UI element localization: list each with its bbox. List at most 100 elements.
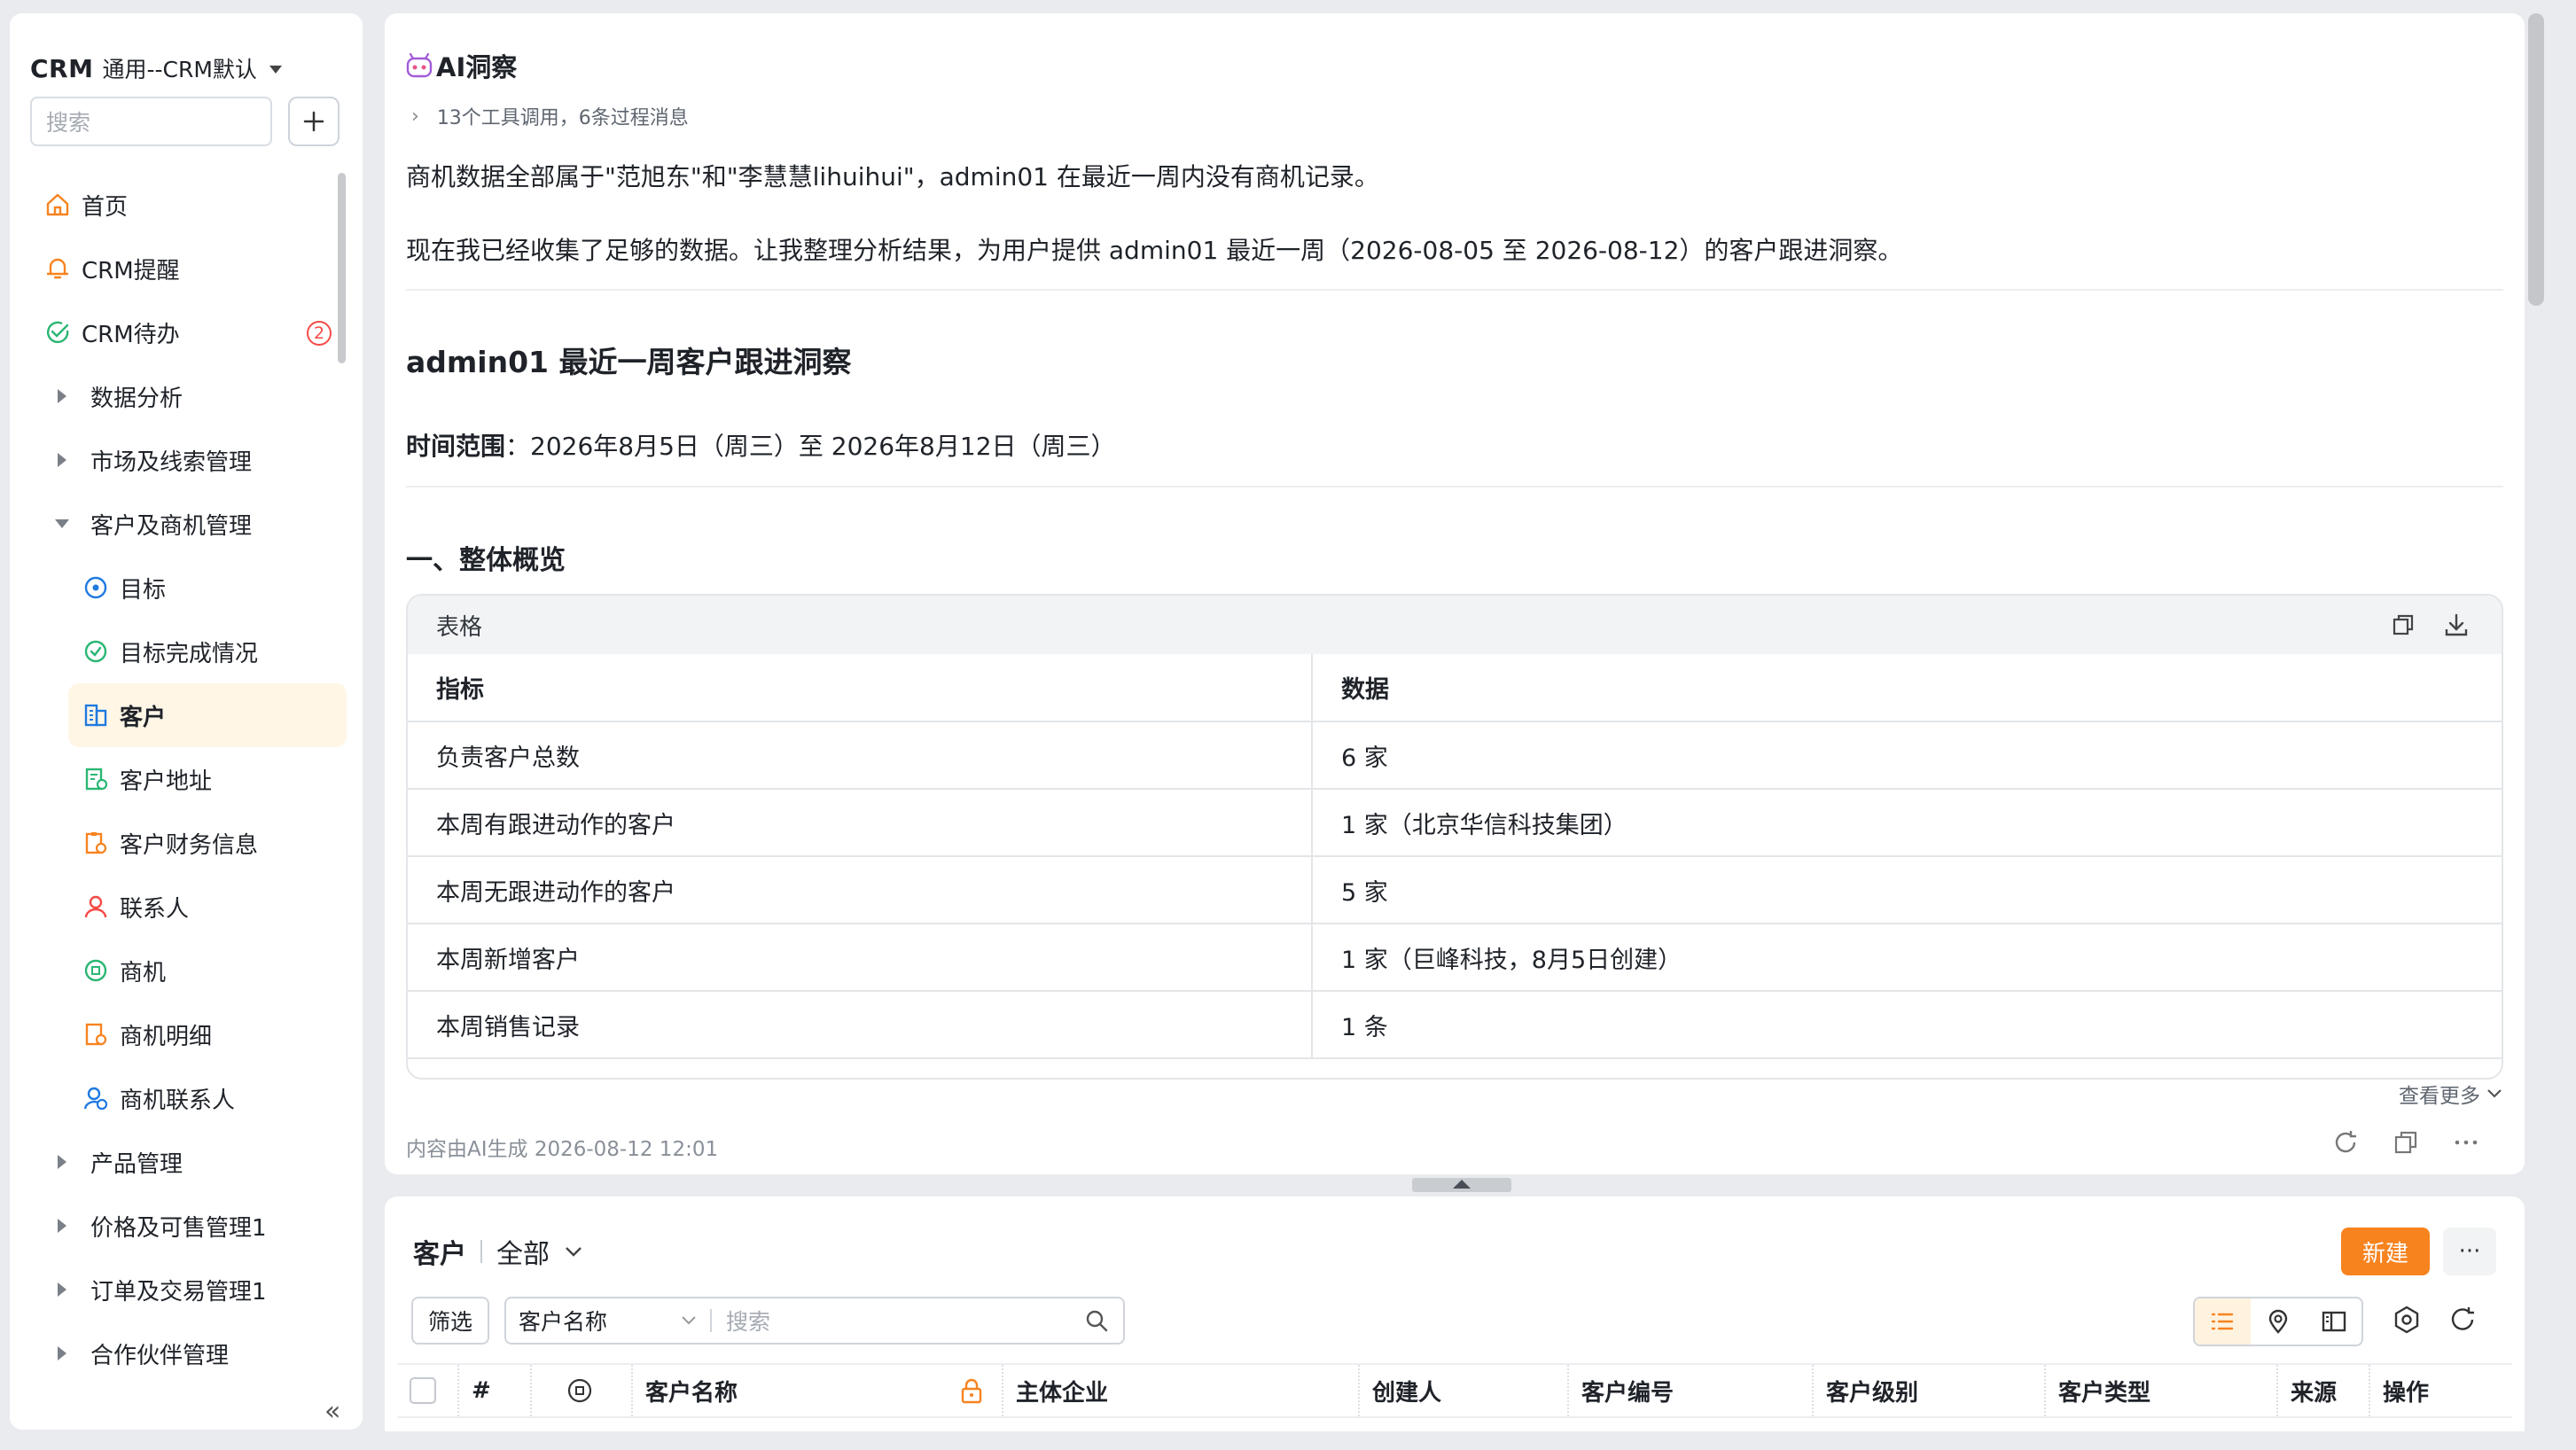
search-icon[interactable] xyxy=(1084,1308,1109,1333)
sidebar-item-crm-reminder[interactable]: CRM提醒 xyxy=(10,237,347,300)
see-more-link[interactable]: 查看更多 xyxy=(2399,1079,2503,1109)
address-icon xyxy=(81,764,111,794)
copy-icon[interactable] xyxy=(2392,1128,2420,1157)
table-cell: 5 家 xyxy=(1312,856,2502,924)
list-title: 客户 xyxy=(413,1239,466,1270)
chevron-down-icon[interactable] xyxy=(564,1245,583,1258)
table-header-row: 指标 数据 xyxy=(408,654,2502,722)
table-row: 本周销售记录 1 条 xyxy=(408,991,2502,1059)
sidebar-item-label: 数据分析 xyxy=(90,385,183,412)
view-selector[interactable]: 全部 xyxy=(496,1232,550,1271)
sidebar-item-customer[interactable]: 客户 xyxy=(68,683,347,747)
sidebar-item-label: 订单及交易管理1 xyxy=(90,1278,267,1306)
sidebar-item-opportunity[interactable]: 商机 xyxy=(10,939,347,1002)
column-header-source[interactable]: 来源 xyxy=(2278,1365,2370,1416)
sidebar-item-contacts[interactable]: 联系人 xyxy=(10,875,347,939)
column-header-customer-type[interactable]: 客户类型 xyxy=(2046,1365,2278,1416)
download-icon[interactable] xyxy=(2443,612,2470,638)
sidebar-item-customer-finance[interactable]: 客户财务信息 xyxy=(10,811,347,875)
tool-calls-toggle[interactable]: › 13个工具调用，6条过程消息 xyxy=(411,102,689,130)
sidebar-item-label: 市场及线索管理 xyxy=(90,448,253,476)
split-view-button[interactable] xyxy=(2306,1298,2361,1345)
view-mode-switch xyxy=(2193,1297,2363,1346)
refresh-icon[interactable] xyxy=(2447,1305,2478,1335)
ai-footer-actions xyxy=(2331,1128,2480,1157)
divider xyxy=(480,1240,482,1263)
sidebar-item-home[interactable]: 首页 xyxy=(10,173,347,237)
column-header: 指标 xyxy=(408,654,1313,722)
list-search: 客户名称 搜索 xyxy=(504,1297,1125,1345)
app-switcher[interactable]: CRM 通用--CRM默认 xyxy=(30,49,282,88)
search-field-select[interactable]: 客户名称 xyxy=(506,1305,710,1337)
sidebar-item-label: 首页 xyxy=(82,193,129,221)
user-icon xyxy=(81,892,111,922)
sidebar-item-crm-todo[interactable]: CRM待办 2 xyxy=(10,300,347,364)
column-header: 数据 xyxy=(1312,654,2502,722)
ai-generated-note: 内容由AI生成 2026-08-12 12:01 xyxy=(406,1138,719,1161)
check-circle-icon xyxy=(43,317,73,347)
sidebar-group-products[interactable]: 产品管理 xyxy=(10,1130,347,1194)
column-header-label: 客户名称 xyxy=(645,1379,738,1407)
add-button[interactable] xyxy=(288,97,340,146)
data-table: 指标 数据 负责客户总数 6 家 本周有跟进动作的客户 1 家（北京华信科技集团… xyxy=(408,654,2502,1059)
status-filter-icon[interactable] xyxy=(566,1376,594,1405)
column-header-creator[interactable]: 创建人 xyxy=(1360,1365,1569,1416)
sidebar-item-opportunity-contacts[interactable]: 商机联系人 xyxy=(10,1066,347,1130)
page-scrollbar[interactable] xyxy=(2528,13,2544,306)
sidebar-group-data-analysis[interactable]: 数据分析 xyxy=(10,364,347,428)
expand-right-icon xyxy=(51,1275,73,1305)
panel-resize-handle[interactable] xyxy=(1412,1178,1511,1192)
sidebar-group-pricing[interactable]: 价格及可售管理1 xyxy=(10,1194,347,1258)
expand-right-icon xyxy=(51,1338,73,1368)
collapse-sidebar-icon[interactable]: « xyxy=(324,1396,340,1427)
ai-insight-panel: AI洞察 › 13个工具调用，6条过程消息 商机数据全部属于"范旭东"和"李慧慧… xyxy=(385,13,2525,1174)
sidebar-group-orders[interactable]: 订单及交易管理1 xyxy=(10,1258,347,1321)
sidebar-item-customer-address[interactable]: 客户地址 xyxy=(10,747,347,811)
select-all-cell xyxy=(397,1365,459,1416)
column-header-customer-name[interactable]: 客户名称 xyxy=(633,1365,1003,1416)
column-header-customer-level[interactable]: 客户级别 xyxy=(1814,1365,2046,1416)
select-all-checkbox[interactable] xyxy=(410,1377,436,1404)
sidebar-group-customer-opportunity[interactable]: 客户及商机管理 xyxy=(10,492,347,556)
column-header-status xyxy=(532,1365,633,1416)
table-toolbar: 表格 xyxy=(408,596,2502,654)
sidebar-item-opportunity-detail[interactable]: 商机明细 xyxy=(10,1002,347,1066)
more-icon[interactable] xyxy=(2452,1128,2480,1157)
column-header-entity[interactable]: 主体企业 xyxy=(1003,1365,1360,1416)
more-actions-button[interactable]: ··· xyxy=(2443,1228,2496,1275)
sidebar-item-label: 客户财务信息 xyxy=(120,831,259,859)
column-header-actions: 操作 xyxy=(2383,1379,2430,1407)
customer-list-panel: 客户 全部 新建 ··· 筛选 客户名称 搜索 # 客户名称 主体企业 创建人 … xyxy=(385,1197,2525,1431)
list-view-button[interactable] xyxy=(2195,1298,2251,1345)
sidebar-item-target-progress[interactable]: 目标完成情况 xyxy=(10,620,347,683)
time-range-label: 时间范围 xyxy=(406,432,506,461)
expand-right-icon xyxy=(51,445,73,475)
filter-button[interactable]: 筛选 xyxy=(411,1297,489,1345)
search-placeholder: 搜索 xyxy=(46,110,91,136)
map-view-button[interactable] xyxy=(2251,1298,2307,1345)
table-cell: 负责客户总数 xyxy=(408,721,1313,790)
column-header-customer-code[interactable]: 客户编号 xyxy=(1569,1365,1814,1416)
expand-right-icon xyxy=(51,1147,73,1177)
refresh-icon[interactable] xyxy=(2331,1128,2360,1157)
sidebar-group-marketing[interactable]: 市场及线索管理 xyxy=(10,428,347,492)
search-input[interactable]: 搜索 xyxy=(712,1305,1084,1337)
table-cell: 1 家（巨峰科技，8月5日创建） xyxy=(1312,924,2502,992)
new-customer-button[interactable]: 新建 xyxy=(2341,1228,2430,1275)
target-icon xyxy=(81,573,111,603)
sidebar-group-partners[interactable]: 合作伙伴管理 xyxy=(10,1321,347,1385)
table-cell: 本周销售记录 xyxy=(408,991,1313,1059)
arrow-up-icon xyxy=(1453,1180,1471,1189)
opportunity-icon xyxy=(81,955,111,986)
time-range: 时间范围：2026年8月5日（周三）至 2026年8月12日（周三） xyxy=(406,427,1116,463)
settings-icon[interactable] xyxy=(2392,1305,2422,1335)
copy-icon[interactable] xyxy=(2390,612,2416,638)
chevron-down-icon xyxy=(682,1316,696,1325)
sidebar-item-target[interactable]: 目标 xyxy=(10,556,347,620)
ai-title-text: AI洞察 xyxy=(436,52,518,82)
crm-app: CRM 通用--CRM默认 搜索 首页 CRM提醒 CRM待办 2 数据分析 市… xyxy=(0,0,2576,1450)
sidebar-search-input[interactable]: 搜索 xyxy=(30,97,272,146)
building-icon xyxy=(81,700,111,730)
section-heading: 一、整体概览 xyxy=(406,545,566,576)
list-icon xyxy=(2212,1313,2234,1330)
